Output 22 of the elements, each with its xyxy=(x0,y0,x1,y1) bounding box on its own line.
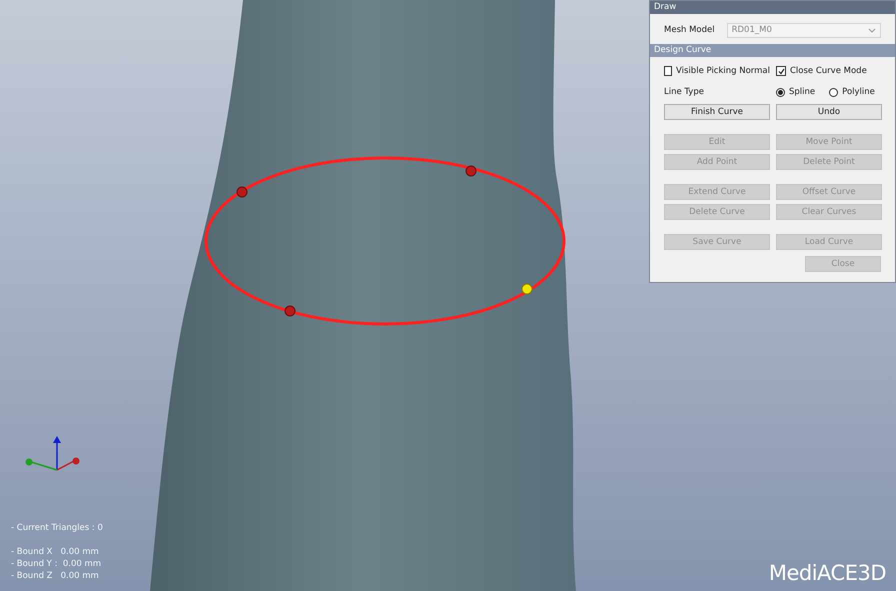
caret-icon xyxy=(868,28,876,32)
checkbox[interactable] xyxy=(664,66,672,76)
section-title: Design Curve xyxy=(650,44,895,57)
panel-button[interactable]: Undo xyxy=(776,104,882,120)
checkbox-label: Visible Picking Normal xyxy=(676,66,770,76)
radio-label: Polyline xyxy=(842,87,875,97)
field-label: Mesh Model xyxy=(664,25,715,35)
stat-text: - Bound Z 0.00 mm xyxy=(11,570,100,582)
field-label: Line Type xyxy=(664,87,705,97)
radio-label: Spline xyxy=(789,87,816,97)
mesh-model-dropdown[interactable]: RD01_M0 xyxy=(726,22,881,38)
stat-text: - Current Triangles : 0 xyxy=(11,522,103,534)
stat-text: - Bound Y : 0.00 mm xyxy=(11,558,102,570)
radio-button[interactable] xyxy=(829,88,838,96)
stat-text: - Bound X 0.00 mm xyxy=(11,546,100,558)
panel-button[interactable]: Finish Curve xyxy=(664,104,770,120)
logo: MediACE3D xyxy=(768,561,886,585)
checkbox[interactable] xyxy=(776,66,786,76)
checkbox-label: Close Curve Mode xyxy=(790,66,867,76)
panel-title: Draw xyxy=(650,1,895,14)
radio-button[interactable] xyxy=(776,88,785,96)
axis-gizmo-icon xyxy=(26,436,80,471)
